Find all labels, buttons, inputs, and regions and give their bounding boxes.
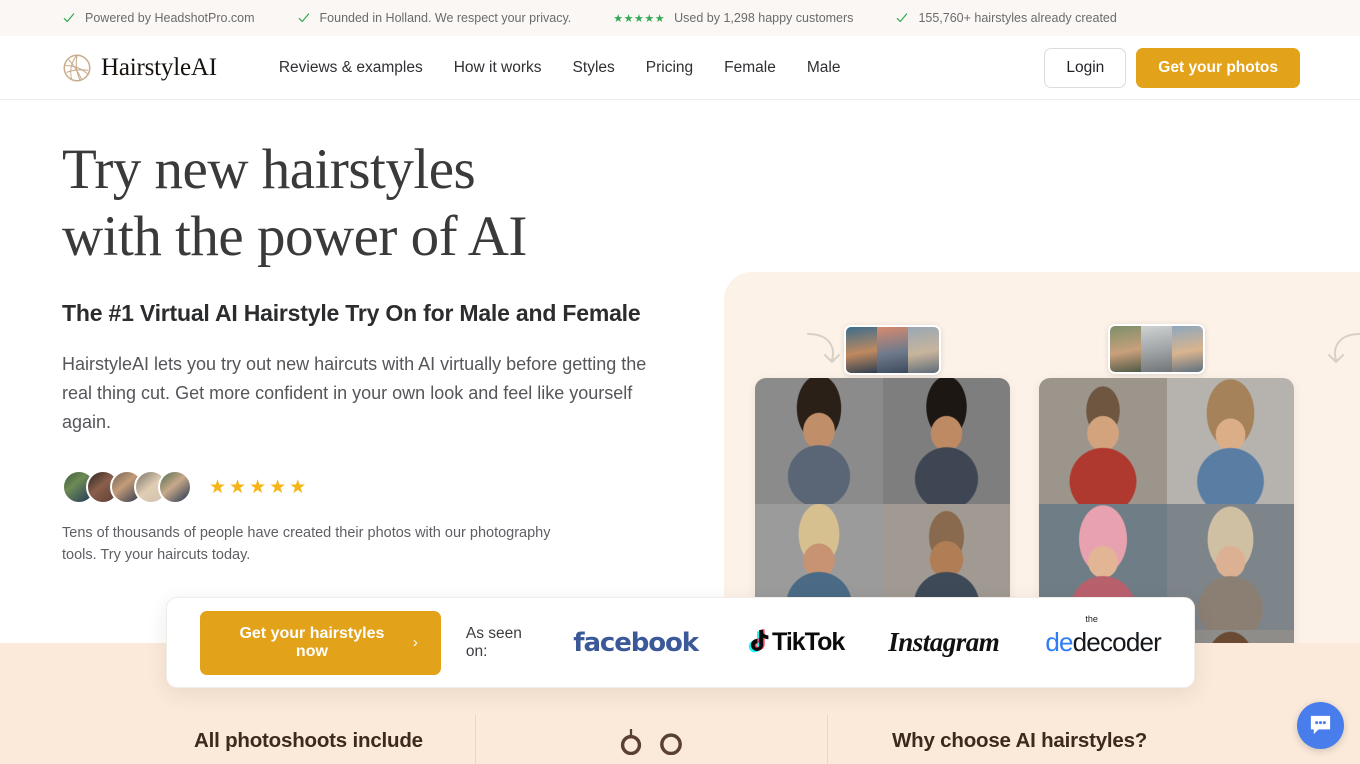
source-photo-strip-right — [1108, 324, 1205, 374]
rating-stars: ★ ★ ★ ★ ★ — [209, 476, 307, 498]
announcement-bar: Powered by HeadshotPro.com Founded in Ho… — [0, 0, 1360, 36]
cta-button-label: Get your hairstyles now — [239, 624, 385, 660]
nav-item-reviews[interactable]: Reviews & examples — [279, 59, 423, 77]
all-photoshoots-column: All photoshoots include — [0, 729, 475, 753]
nav-item-male[interactable]: Male — [807, 59, 841, 77]
announcement-item: 155,760+ hairstyles already created — [895, 10, 1117, 25]
announcement-item: ★ ★ ★ ★ ★ Used by 1,298 happy customers — [613, 12, 853, 25]
announcement-text: Powered by HeadshotPro.com — [85, 10, 255, 25]
decoder-logo: the de decoder — [1045, 614, 1162, 658]
announcement-text: Used by 1,298 happy customers — [674, 10, 854, 25]
curly-dark-hair — [755, 378, 883, 504]
bob-with-bangs — [1166, 378, 1294, 504]
tiktok-wordmark: TikTok — [772, 628, 845, 656]
social-proof-text: Tens of thousands of people have created… — [62, 525, 551, 563]
announcement-text: Founded in Holland. We respect your priv… — [319, 10, 572, 25]
check-icon — [298, 13, 309, 23]
check-icon — [897, 13, 908, 23]
as-seen-on-label: As seen on: — [465, 624, 522, 660]
decoder-coder-text: decoder — [1072, 627, 1162, 657]
brand-name: HairstyleAI — [101, 53, 217, 81]
hero-showcase — [724, 100, 1360, 756]
all-photoshoots-heading: All photoshoots include — [194, 729, 423, 752]
decoder-the-text: the — [1085, 614, 1098, 624]
tiktok-logo: TikTok — [744, 628, 845, 657]
nav-item-styles[interactable]: Styles — [573, 59, 615, 77]
page-title: Try new hairstyles with the power of AI — [62, 136, 692, 270]
source-photo-3 — [908, 327, 939, 373]
why-choose-heading: Why choose AI hairstyles? — [892, 729, 1148, 752]
hairstyle-shell-icon — [63, 54, 91, 81]
decoder-de-text: de — [1045, 627, 1073, 657]
feature-icon-group — [614, 729, 688, 755]
check-icon — [63, 13, 75, 23]
stars-icon: ★ ★ ★ ★ ★ — [613, 12, 666, 25]
facebook-logo: facebook — [573, 627, 699, 658]
cta-banner: Get your hairstyles now › As seen on: fa… — [166, 597, 1195, 688]
circle-outline-icon — [660, 733, 682, 755]
announcement-item: Founded in Holland. We respect your priv… — [297, 10, 572, 25]
login-button[interactable]: Login — [1044, 47, 1127, 88]
press-logos: facebook TikTok Instagram the de decoder — [573, 614, 1162, 658]
header-actions: Login Get your photos — [1044, 47, 1300, 88]
chevron-right-icon: › — [412, 634, 418, 651]
instagram-logo: Instagram — [888, 627, 1000, 657]
site-header: HairstyleAI Reviews & examples How it wo… — [0, 36, 1360, 100]
nav-item-female[interactable]: Female — [724, 59, 776, 77]
avatar-group — [62, 470, 192, 504]
source-photo-5 — [1141, 326, 1172, 372]
brand-logo[interactable]: HairstyleAI — [62, 53, 217, 83]
avatar — [158, 470, 192, 504]
chat-widget-button[interactable] — [1297, 702, 1344, 749]
get-hairstyles-now-button[interactable]: Get your hairstyles now › — [200, 610, 441, 675]
curved-arrow-left-icon — [807, 333, 840, 363]
hero-copy: Try new hairstyles with the power of AI … — [62, 136, 692, 566]
chat-bubble-icon — [1310, 715, 1331, 735]
source-photo-4 — [1110, 326, 1141, 372]
buzzcut-woman — [1039, 378, 1167, 504]
hero-section: Try new hairstyles with the power of AI … — [0, 100, 1360, 756]
nav-item-how-it-works[interactable]: How it works — [454, 59, 542, 77]
hero-paragraph: HairstyleAI lets you try out new haircut… — [62, 354, 647, 432]
announcement-text: 155,760+ hairstyles already created — [918, 10, 1117, 25]
get-your-photos-button[interactable]: Get your photos — [1136, 47, 1300, 88]
hero-heading-line2: with the power of AI — [62, 205, 527, 268]
source-photo-strip-left — [844, 325, 941, 375]
tiktok-note-icon — [748, 628, 769, 652]
hero-subheading: The #1 Virtual AI Hairstyle Try On for M… — [62, 300, 641, 326]
feature-icons-column — [475, 729, 827, 755]
hero-heading-line1: Try new hairstyles — [62, 138, 476, 201]
why-choose-column: Why choose AI hairstyles? — [827, 729, 1147, 753]
nav-item-pricing[interactable]: Pricing — [646, 59, 693, 77]
curved-arrow-right-icon — [1328, 333, 1360, 363]
main-navigation: Reviews & examples How it works Styles P… — [279, 59, 841, 77]
bulb-icon — [620, 729, 642, 755]
source-photo-2 — [877, 327, 908, 373]
source-photo-6 — [1172, 326, 1203, 372]
social-proof-row: ★ ★ ★ ★ ★ — [62, 470, 692, 504]
announcement-item: Powered by HeadshotPro.com — [62, 11, 255, 25]
source-photo-1 — [846, 327, 877, 373]
pompadour-fade — [882, 378, 1010, 504]
